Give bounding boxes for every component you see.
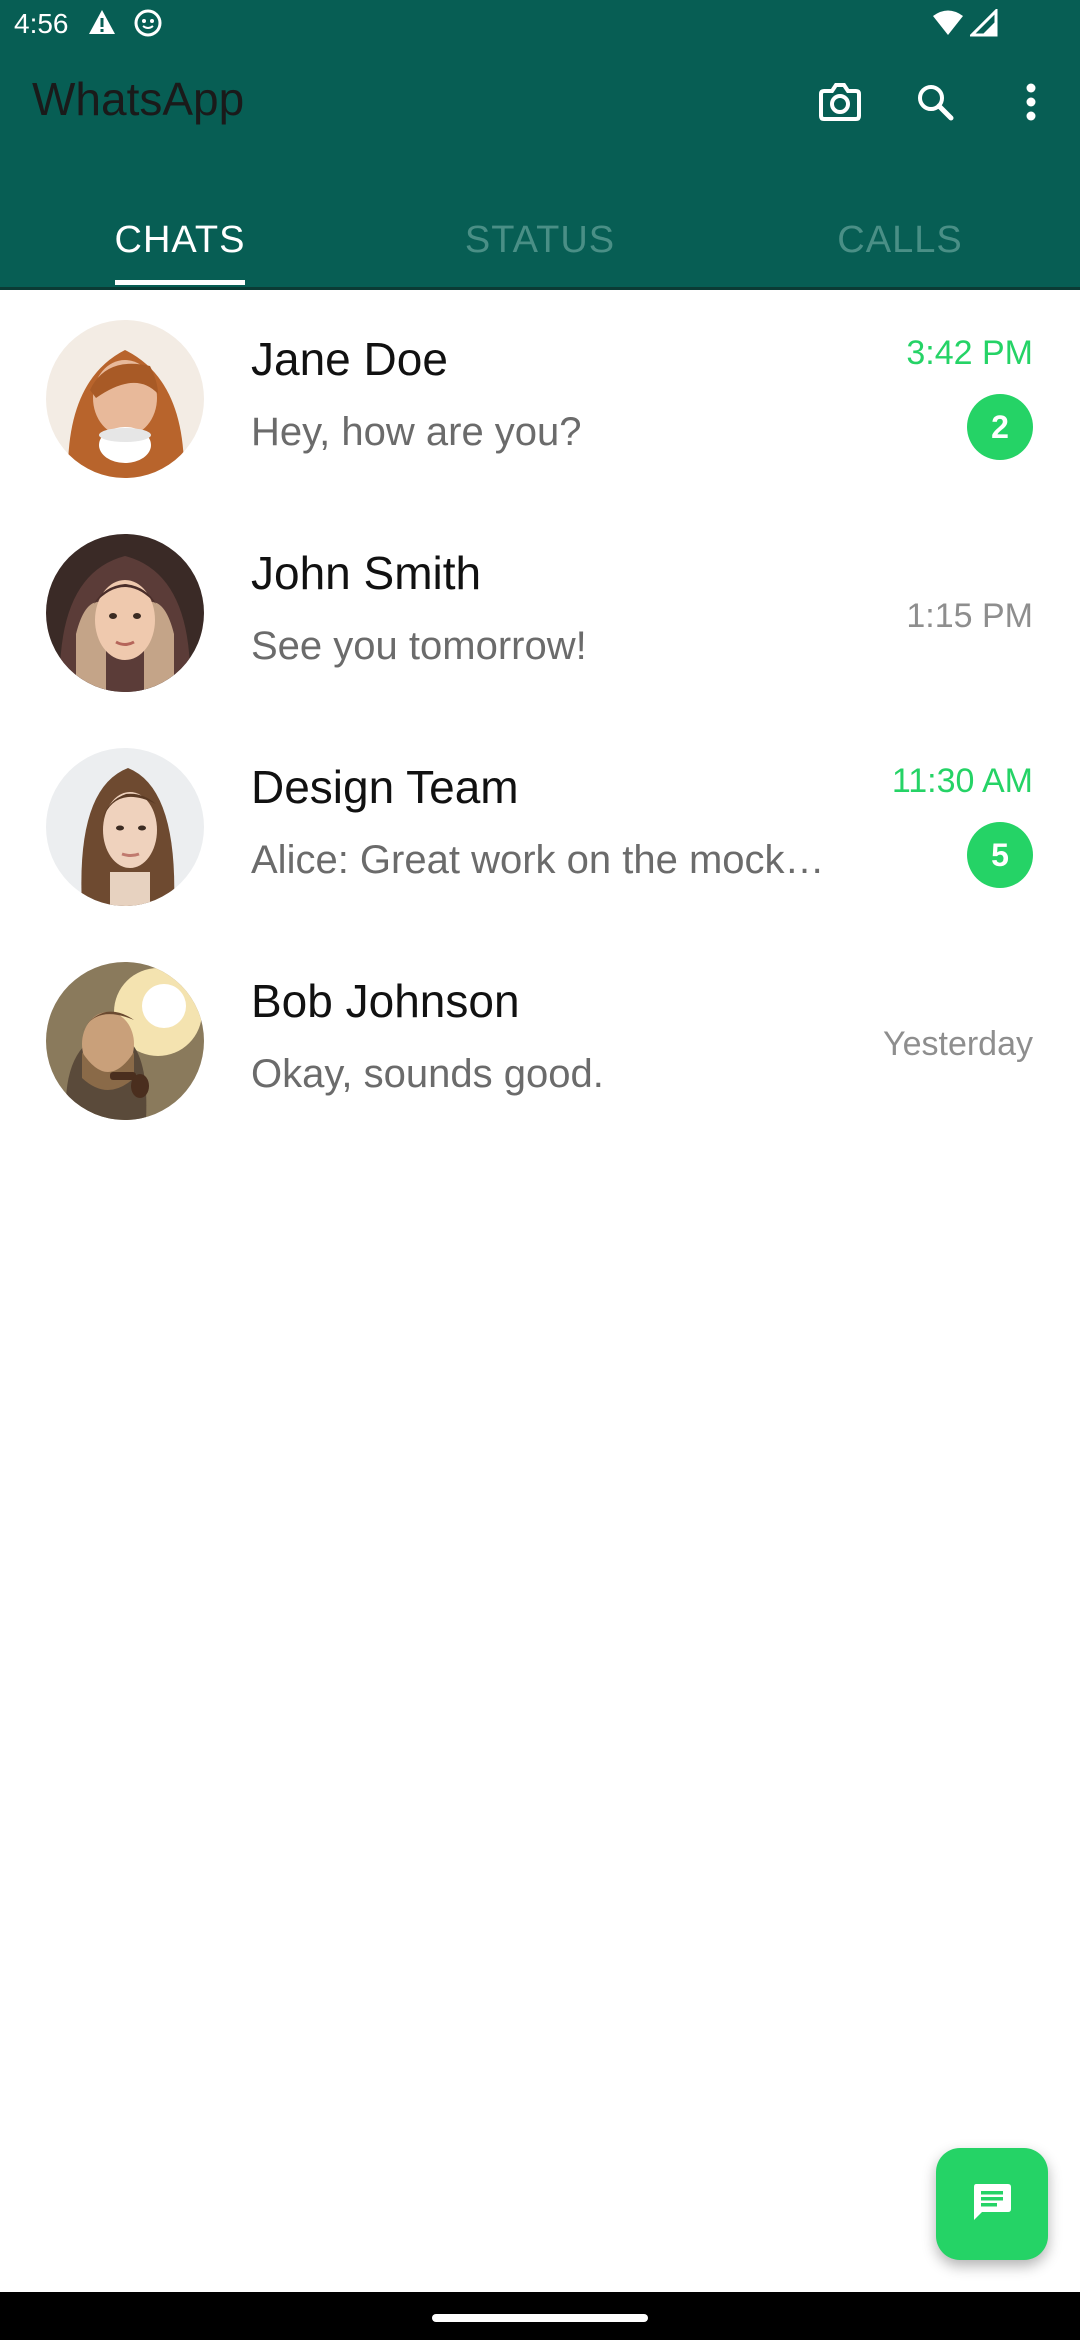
navigation-bar [0,2292,1080,2340]
chat-name: Bob Johnson [251,975,520,1027]
unread-badge: 2 [967,394,1033,460]
wifi-icon [932,9,964,42]
search-icon [915,82,955,127]
avatar[interactable] [46,320,204,478]
chat-last-message: Alice: Great work on the mockups! [251,838,831,882]
chat-row-jane-doe[interactable]: Jane Doe Hey, how are you? 3:42 PM 2 [0,290,1080,504]
chat-last-message: See you tomorrow! [251,624,587,668]
alert-icon [88,9,116,40]
tab-bar: CHATS STATUS CALLS [0,200,1080,289]
chat-time: 11:30 AM [891,762,1033,800]
unread-badge: 5 [967,822,1033,888]
notification-icon [134,9,162,42]
chat-row-bob-johnson[interactable]: Bob Johnson Okay, sounds good. Yesterday [0,932,1080,1146]
search-button[interactable] [907,76,963,132]
avatar[interactable] [46,962,204,1120]
status-time: 4:56 [14,8,69,39]
camera-icon [818,82,862,127]
chat-last-message: Hey, how are you? [251,410,582,454]
more-vert-icon [1025,82,1037,127]
chat-name: John Smith [251,547,482,599]
tab-calls[interactable]: CALLS [720,200,1080,289]
more-options-button[interactable] [1003,76,1059,132]
new-chat-icon [970,2180,1014,2229]
home-handle[interactable] [432,2314,648,2322]
chat-time: 1:15 PM [906,597,1033,635]
tab-chats[interactable]: CHATS [0,200,360,289]
signal-icon [968,7,998,42]
avatar[interactable] [46,748,204,906]
chat-last-message: Okay, sounds good. [251,1052,604,1096]
chat-name: Jane Doe [251,333,448,385]
tab-status[interactable]: STATUS [360,200,720,289]
chat-row-john-smith[interactable]: John Smith See you tomorrow! 1:15 PM [0,504,1080,718]
app-title: WhatsApp [32,73,245,125]
chat-name: Design Team [251,761,519,813]
avatar[interactable] [46,534,204,692]
chat-time: 3:42 PM [906,334,1033,372]
camera-button[interactable] [812,76,868,132]
new-chat-button[interactable] [936,2148,1048,2260]
tab-indicator [115,280,245,285]
chat-time: Yesterday [883,1025,1033,1063]
chat-row-design-team[interactable]: Design Team Alice: Great work on the moc… [0,718,1080,932]
status-bar: 4:56 [0,0,1080,50]
